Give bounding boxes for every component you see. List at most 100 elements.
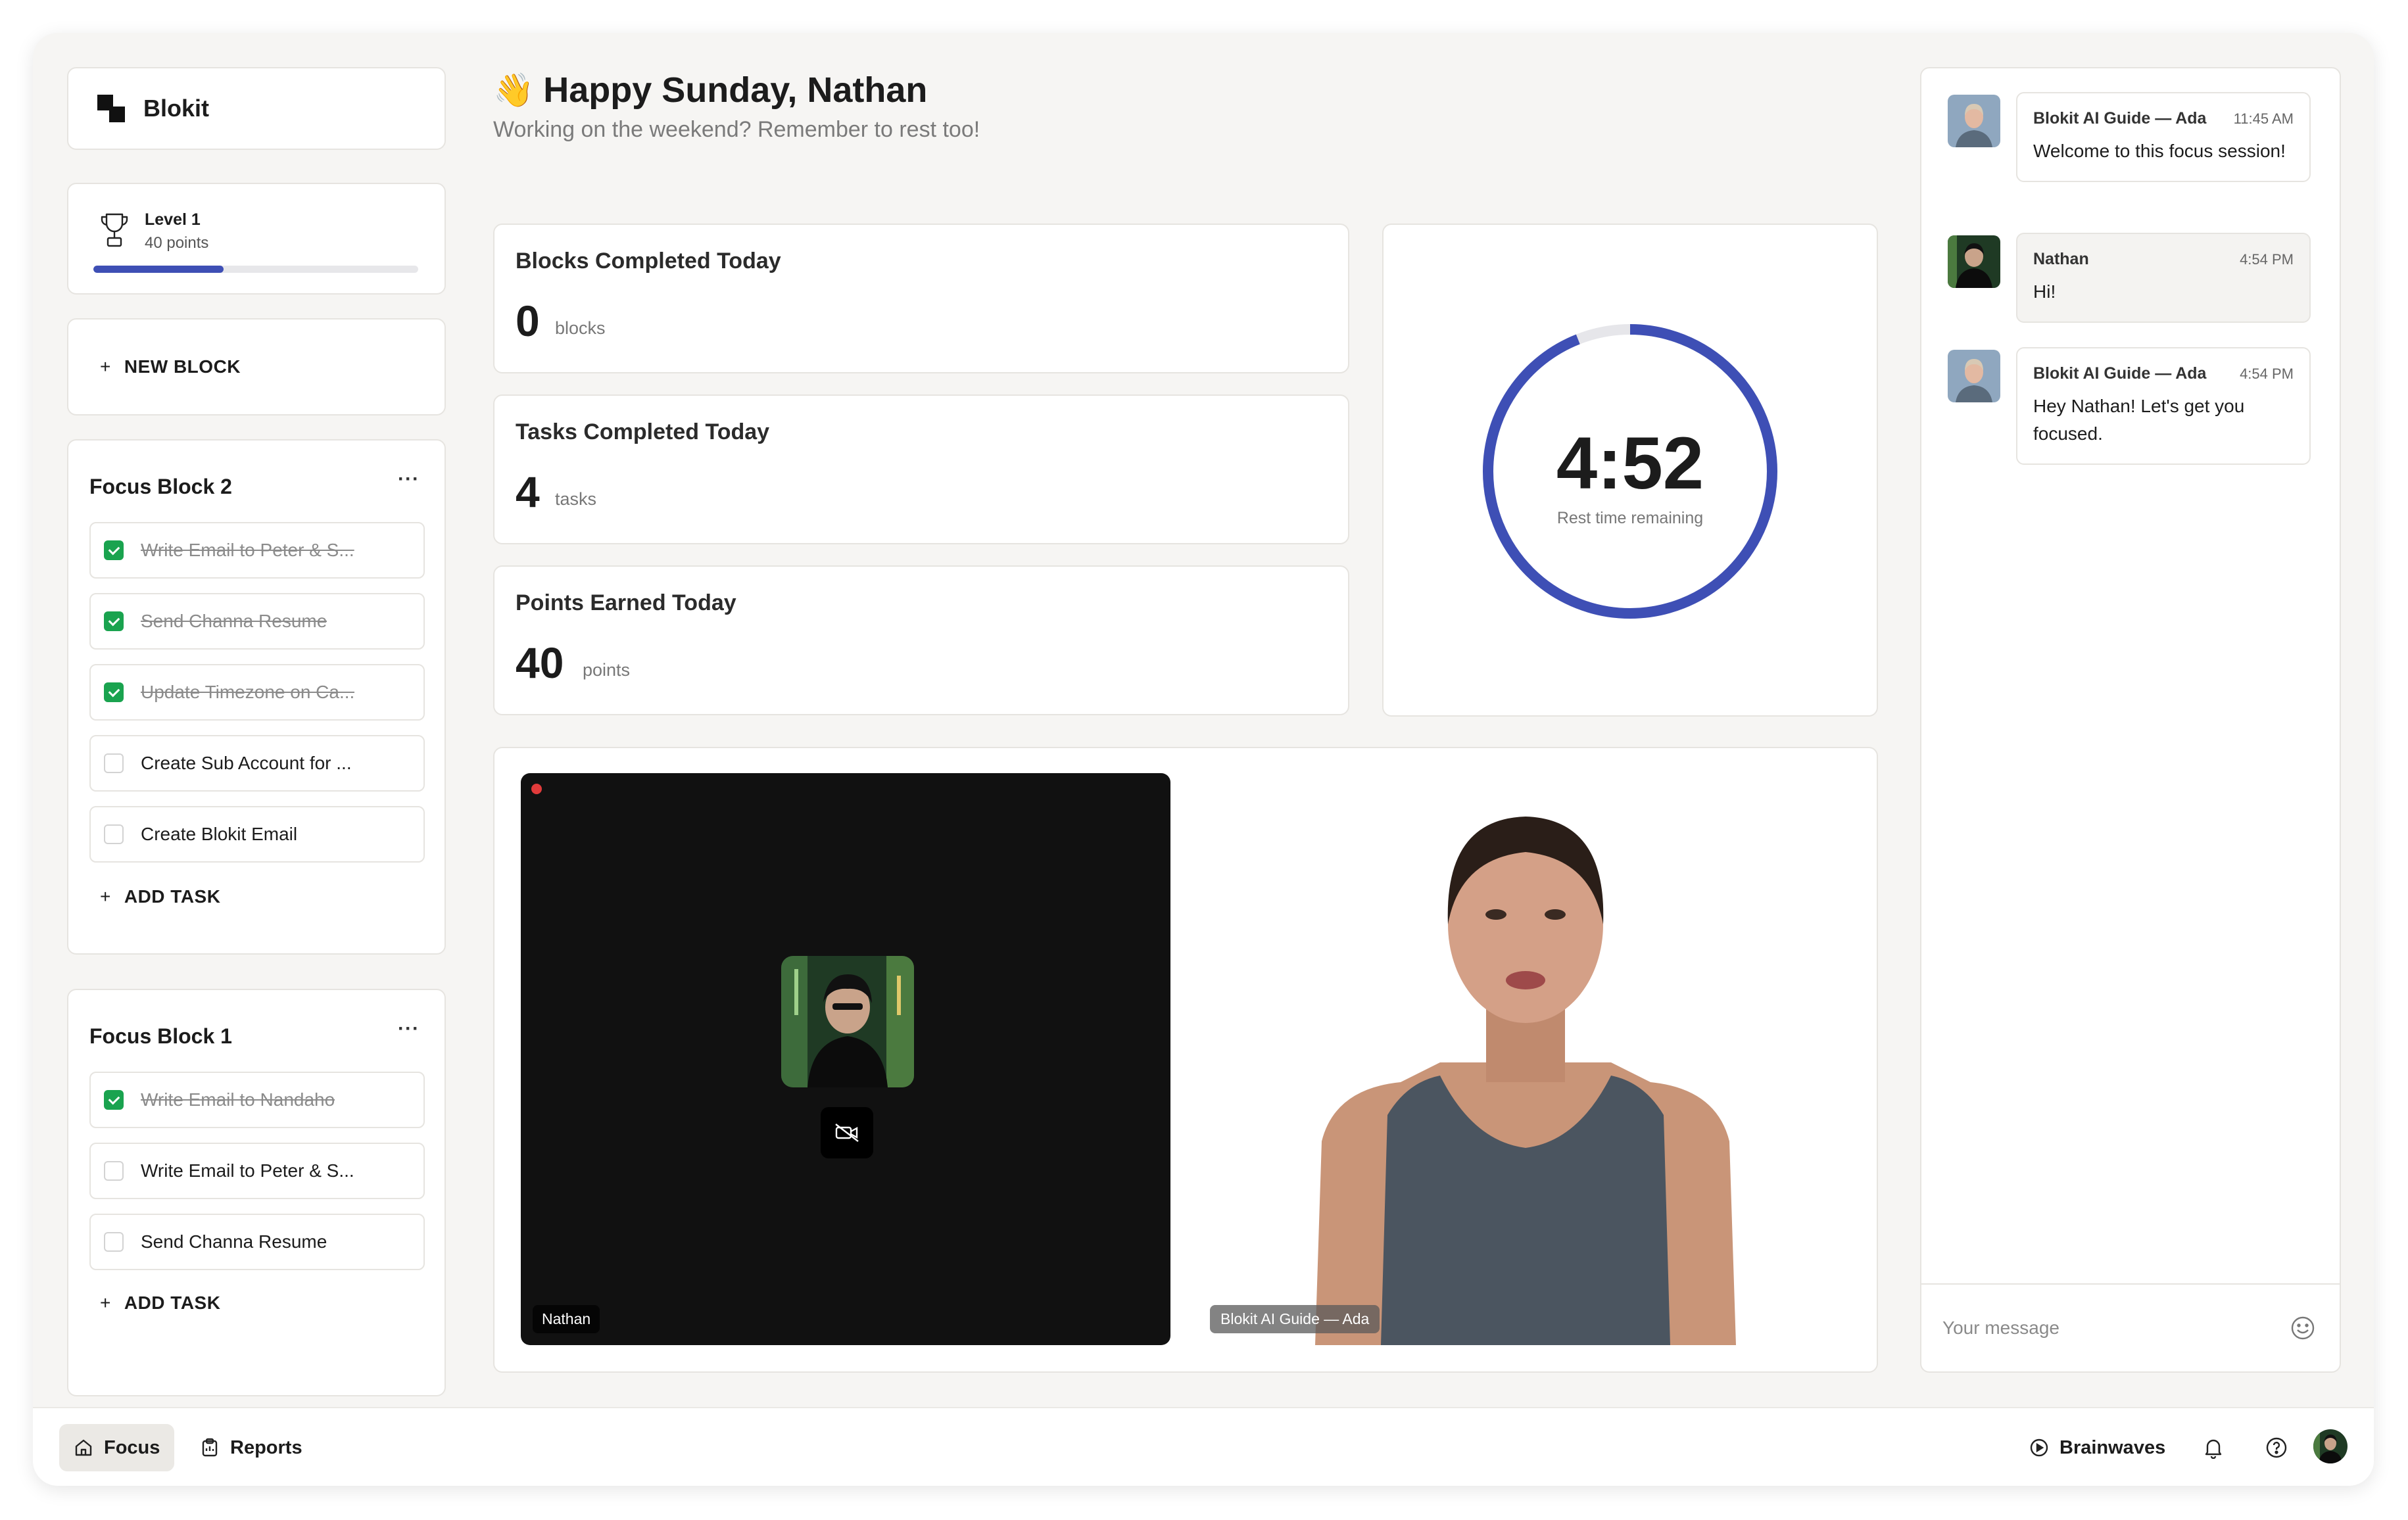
message-text: Welcome to this focus session! — [2033, 141, 2286, 161]
brand-header[interactable]: Blokit — [67, 67, 446, 150]
app-window: Blokit Level 1 40 points + NEW BLOCK Foc… — [33, 33, 2374, 1486]
greeting-subtitle: Working on the weekend? Remember to rest… — [493, 117, 980, 142]
more-options-icon[interactable]: ··· — [398, 468, 420, 490]
chat-message-input[interactable]: Your message — [1921, 1283, 2340, 1371]
add-task-button[interactable]: + ADD TASK — [100, 1293, 220, 1314]
chat-message: Blokit AI Guide — Ada 4:54 PM Hey Nathan… — [2016, 347, 2311, 465]
profile-avatar[interactable] — [2313, 1429, 2348, 1463]
task-item[interactable]: Update Timezone on Ca... — [89, 664, 425, 721]
app-name: Blokit — [143, 95, 210, 122]
rest-timer-card: 4:52 Rest time remaining — [1382, 224, 1878, 717]
stat-value: 40 — [516, 638, 564, 687]
message-time: 4:54 PM — [2240, 251, 2294, 268]
add-task-label: ADD TASK — [124, 886, 221, 907]
camera-off-icon — [835, 1124, 859, 1142]
focus-block-title: Focus Block 2 — [89, 475, 232, 498]
task-checkbox[interactable] — [104, 753, 124, 773]
task-checkbox[interactable] — [104, 682, 124, 702]
plus-icon: + — [100, 1293, 111, 1313]
task-item[interactable]: Send Channa Resume — [89, 1214, 425, 1270]
task-label: Write Email to Nandaho — [141, 1089, 335, 1110]
ai-name-tag: Blokit AI Guide — Ada — [1210, 1305, 1380, 1333]
stat-card-tasks: Tasks Completed Today 4 tasks — [493, 394, 1349, 544]
level-card: Level 1 40 points — [67, 183, 446, 295]
new-block-button[interactable]: + NEW BLOCK — [67, 318, 446, 416]
user-avatar — [1948, 235, 2000, 288]
task-item[interactable]: Send Channa Resume — [89, 593, 425, 650]
trophy-icon — [101, 213, 128, 247]
nav-focus[interactable]: Focus — [59, 1424, 175, 1471]
help-icon — [2266, 1437, 2287, 1458]
level-title: Level 1 — [145, 210, 201, 229]
nav-reports[interactable]: Reports — [185, 1424, 317, 1471]
task-checkbox[interactable] — [104, 611, 124, 631]
task-label: Send Channa Resume — [141, 611, 327, 631]
stat-card-blocks: Blocks Completed Today 0 blocks — [493, 224, 1349, 373]
bell-icon — [2205, 1439, 2222, 1459]
nav-brainwaves-label: Brainwaves — [2059, 1437, 2166, 1458]
task-checkbox[interactable] — [104, 824, 124, 844]
task-label: Write Email to Peter & S... — [141, 540, 354, 560]
nav-reports-label: Reports — [230, 1437, 302, 1458]
add-task-button[interactable]: + ADD TASK — [100, 886, 220, 907]
task-label: Update Timezone on Ca... — [141, 682, 355, 702]
message-text: Hey Nathan! Let's get you focused. — [2033, 396, 2245, 444]
task-checkbox[interactable] — [104, 540, 124, 560]
stat-title: Points Earned Today — [516, 590, 736, 615]
message-sender: Nathan — [2033, 250, 2089, 268]
message-time: 11:45 AM — [2233, 110, 2294, 127]
plus-icon: + — [100, 356, 111, 377]
task-item[interactable]: Create Blokit Email — [89, 806, 425, 863]
level-points: 40 points — [145, 234, 209, 252]
more-options-icon[interactable]: ··· — [398, 1018, 420, 1040]
chat-input-placeholder: Your message — [1942, 1318, 2059, 1338]
stat-value: 0 — [516, 297, 540, 345]
report-icon — [202, 1438, 218, 1457]
stat-card-points: Points Earned Today 40 points — [493, 565, 1349, 715]
stat-title: Blocks Completed Today — [516, 249, 781, 273]
notifications-button[interactable] — [2196, 1431, 2230, 1465]
ai-guide-avatar — [1948, 95, 2000, 147]
plus-icon: + — [100, 886, 111, 907]
task-item[interactable]: Write Email to Peter & S... — [89, 522, 425, 579]
recording-indicator — [531, 784, 542, 794]
stat-unit: tasks — [555, 489, 597, 509]
emoji-icon[interactable] — [2290, 1315, 2316, 1341]
focus-block-title: Focus Block 1 — [89, 1024, 232, 1048]
home-icon — [75, 1439, 92, 1456]
message-sender: Blokit AI Guide — Ada — [2033, 109, 2207, 128]
nav-focus-label: Focus — [104, 1437, 160, 1458]
bottom-nav-bar: Focus Reports Brainwaves — [33, 1407, 2374, 1486]
greeting-title: Happy Sunday, Nathan — [543, 70, 928, 110]
timer-label: Rest time remaining — [1556, 509, 1704, 527]
task-checkbox[interactable] — [104, 1161, 124, 1181]
chat-message: Nathan 4:54 PM Hi! — [2016, 233, 2311, 323]
nav-brainwaves[interactable]: Brainwaves — [2015, 1424, 2180, 1471]
task-label: Create Sub Account for ... — [141, 753, 352, 773]
level-progress-bar — [93, 266, 418, 273]
message-time: 4:54 PM — [2240, 366, 2294, 382]
task-label: Write Email to Peter & S... — [141, 1160, 354, 1181]
chat-panel: Blokit AI Guide — Ada 11:45 AM Welcome t… — [1920, 67, 2341, 1373]
play-circle-icon — [2030, 1438, 2048, 1457]
task-item[interactable]: Write Email to Peter & S... — [89, 1143, 425, 1199]
task-item[interactable]: Write Email to Nandaho — [89, 1072, 425, 1128]
focus-block-card: Focus Block 2 ··· Write Email to Peter &… — [67, 439, 446, 955]
ai-guide-video-tile: Blokit AI Guide — Ada — [1197, 773, 1854, 1345]
camera-off-button[interactable] — [821, 1107, 873, 1158]
ai-guide-avatar — [1948, 350, 2000, 402]
task-checkbox[interactable] — [104, 1090, 124, 1110]
help-button[interactable] — [2259, 1431, 2294, 1465]
timer-value: 4:52 — [1556, 422, 1704, 504]
task-item[interactable]: Create Sub Account for ... — [89, 735, 425, 792]
stat-value: 4 — [516, 467, 540, 516]
task-label: Create Blokit Email — [141, 824, 298, 844]
stat-unit: points — [583, 660, 631, 680]
new-block-label: NEW BLOCK — [124, 356, 241, 377]
add-task-label: ADD TASK — [124, 1293, 221, 1313]
waving-hand-icon: 👋 — [493, 71, 535, 108]
stat-unit: blocks — [555, 318, 606, 338]
blokit-logo-icon — [97, 95, 125, 122]
task-checkbox[interactable] — [104, 1232, 124, 1252]
user-name-tag: Nathan — [533, 1305, 600, 1333]
